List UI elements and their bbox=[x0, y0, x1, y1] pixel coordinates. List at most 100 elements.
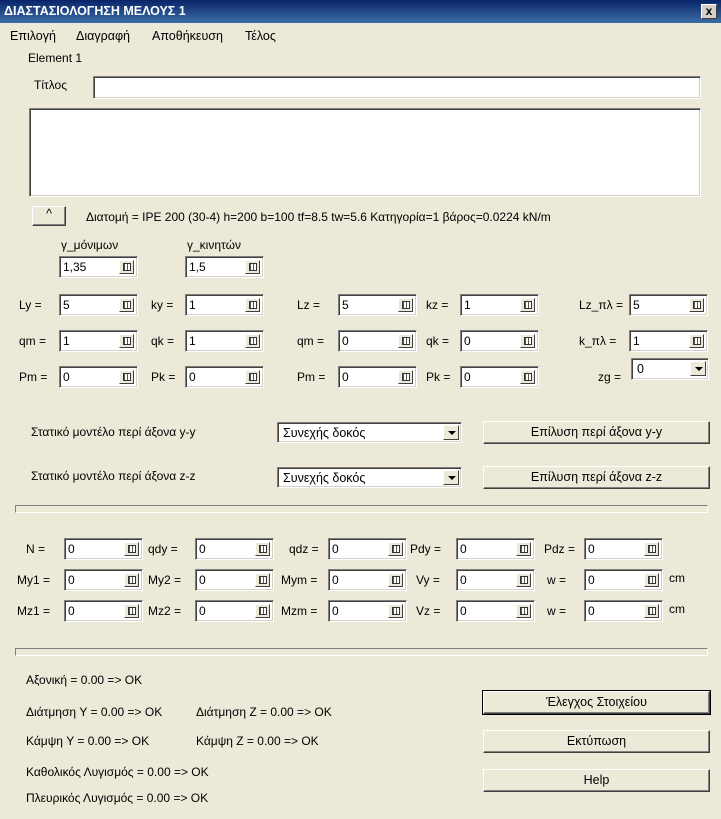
Vy-input[interactable]: 0 bbox=[456, 569, 535, 591]
calculator-icon[interactable] bbox=[245, 260, 260, 274]
calculator-icon[interactable] bbox=[520, 298, 535, 312]
description-textarea[interactable] bbox=[29, 108, 701, 197]
static-z-value: Συνεχής δοκός bbox=[283, 471, 366, 485]
gamma-variable-input[interactable]: 1,5 bbox=[185, 256, 264, 278]
menu-select[interactable]: Επιλογή bbox=[10, 29, 56, 43]
zg-select[interactable]: 0 bbox=[631, 358, 709, 380]
ky-value: 1 bbox=[189, 298, 196, 312]
Vz-input[interactable]: 0 bbox=[456, 600, 535, 622]
Lz-input[interactable]: 5 bbox=[338, 294, 417, 316]
chevron-down-icon[interactable] bbox=[443, 470, 459, 485]
Pm1-input[interactable]: 0 bbox=[59, 366, 138, 388]
Pk1-input[interactable]: 0 bbox=[185, 366, 264, 388]
static-z-select[interactable]: Συνεχής δοκός bbox=[277, 467, 462, 488]
qm1-input[interactable]: 1 bbox=[59, 330, 138, 352]
calculator-icon[interactable] bbox=[119, 260, 134, 274]
chevron-down-icon[interactable] bbox=[443, 425, 459, 440]
calculator-icon[interactable] bbox=[520, 334, 535, 348]
calculator-icon[interactable] bbox=[689, 334, 704, 348]
Pdy-input[interactable]: 0 bbox=[456, 538, 535, 560]
calculator-icon[interactable] bbox=[124, 604, 139, 618]
wz-input[interactable]: 0 bbox=[584, 600, 663, 622]
qk2-input[interactable]: 0 bbox=[460, 330, 539, 352]
calculator-icon[interactable] bbox=[398, 298, 413, 312]
zg-value: 0 bbox=[637, 362, 644, 376]
calculator-icon[interactable] bbox=[388, 542, 403, 556]
print-button[interactable]: Εκτύπωση bbox=[483, 730, 710, 753]
Pm1-label: Pm = bbox=[19, 370, 48, 384]
kz-label: kz = bbox=[426, 298, 449, 312]
menu-delete[interactable]: Διαγραφή bbox=[76, 29, 130, 43]
check-element-button[interactable]: Έλεγχος Στοιχείου bbox=[482, 690, 711, 715]
calculator-icon[interactable] bbox=[644, 573, 659, 587]
collapse-button[interactable]: ^ bbox=[32, 206, 66, 226]
calculator-icon[interactable] bbox=[124, 573, 139, 587]
wy-unit: cm bbox=[669, 571, 685, 585]
window-title: ΔΙΑΣΤΑΣΙΟΛΟΓΗΣΗ ΜΕΛΟΥΣ 1 bbox=[4, 4, 186, 18]
Pdy-value: 0 bbox=[460, 542, 467, 556]
calculator-icon[interactable] bbox=[398, 334, 413, 348]
calculator-icon[interactable] bbox=[520, 370, 535, 384]
Lzpl-input[interactable]: 5 bbox=[629, 294, 708, 316]
qk1-input[interactable]: 1 bbox=[185, 330, 264, 352]
calculator-icon[interactable] bbox=[245, 370, 260, 384]
kz-input[interactable]: 1 bbox=[460, 294, 539, 316]
Mz1-input[interactable]: 0 bbox=[64, 600, 143, 622]
calculator-icon[interactable] bbox=[388, 573, 403, 587]
qdy-input[interactable]: 0 bbox=[195, 538, 274, 560]
calculator-icon[interactable] bbox=[516, 573, 531, 587]
calculator-icon[interactable] bbox=[255, 604, 270, 618]
calculator-icon[interactable] bbox=[245, 298, 260, 312]
calculator-icon[interactable] bbox=[119, 298, 134, 312]
N-input[interactable]: 0 bbox=[64, 538, 143, 560]
chevron-down-icon[interactable] bbox=[690, 361, 706, 376]
ky-input[interactable]: 1 bbox=[185, 294, 264, 316]
calculator-icon[interactable] bbox=[119, 370, 134, 384]
calculator-icon[interactable] bbox=[255, 573, 270, 587]
title-input[interactable] bbox=[93, 76, 701, 99]
solve-y-button[interactable]: Επίλυση περί άξονα y-y bbox=[483, 421, 710, 444]
My2-input[interactable]: 0 bbox=[195, 569, 274, 591]
calculator-icon[interactable] bbox=[398, 370, 413, 384]
Mzm-input[interactable]: 0 bbox=[328, 600, 407, 622]
gamma-variable-value: 1,5 bbox=[189, 260, 206, 274]
Pm2-input[interactable]: 0 bbox=[338, 366, 417, 388]
result-global-buckling: Καθολικός Λυγισμός = 0.00 => OK bbox=[26, 765, 209, 779]
qm1-label: qm = bbox=[19, 334, 47, 348]
My2-label: My2 = bbox=[148, 573, 182, 587]
Pk2-input[interactable]: 0 bbox=[460, 366, 539, 388]
Pdz-input[interactable]: 0 bbox=[584, 538, 663, 560]
Mz2-input[interactable]: 0 bbox=[195, 600, 274, 622]
qdy-value: 0 bbox=[199, 542, 206, 556]
Mym-input[interactable]: 0 bbox=[328, 569, 407, 591]
Vz-label: Vz = bbox=[416, 604, 441, 618]
calculator-icon[interactable] bbox=[124, 542, 139, 556]
calculator-icon[interactable] bbox=[516, 604, 531, 618]
menu-end[interactable]: Τέλος bbox=[245, 29, 276, 43]
calculator-icon[interactable] bbox=[644, 604, 659, 618]
qdz-input[interactable]: 0 bbox=[328, 538, 407, 560]
Mz1-value: 0 bbox=[68, 604, 75, 618]
calculator-icon[interactable] bbox=[245, 334, 260, 348]
gamma-permanent-input[interactable]: 1,35 bbox=[59, 256, 138, 278]
calculator-icon[interactable] bbox=[119, 334, 134, 348]
Ly-input[interactable]: 5 bbox=[59, 294, 138, 316]
My1-input[interactable]: 0 bbox=[64, 569, 143, 591]
kpl-input[interactable]: 1 bbox=[629, 330, 708, 352]
qdz-label: qdz = bbox=[289, 542, 319, 556]
qm2-input[interactable]: 0 bbox=[338, 330, 417, 352]
menu-save[interactable]: Αποθήκευση bbox=[152, 29, 223, 43]
calculator-icon[interactable] bbox=[644, 542, 659, 556]
calculator-icon[interactable] bbox=[255, 542, 270, 556]
solve-z-button[interactable]: Επίλυση περί άξονα z-z bbox=[483, 466, 710, 489]
Pm2-label: Pm = bbox=[297, 370, 326, 384]
static-y-select[interactable]: Συνεχής δοκός bbox=[277, 422, 462, 443]
help-button[interactable]: Help bbox=[483, 769, 710, 792]
calculator-icon[interactable] bbox=[388, 604, 403, 618]
wy-input[interactable]: 0 bbox=[584, 569, 663, 591]
calculator-icon[interactable] bbox=[689, 298, 704, 312]
result-axial: Αξονική = 0.00 => OK bbox=[26, 673, 143, 687]
kz-value: 1 bbox=[464, 298, 471, 312]
calculator-icon[interactable] bbox=[516, 542, 531, 556]
close-button[interactable]: x bbox=[701, 4, 717, 19]
